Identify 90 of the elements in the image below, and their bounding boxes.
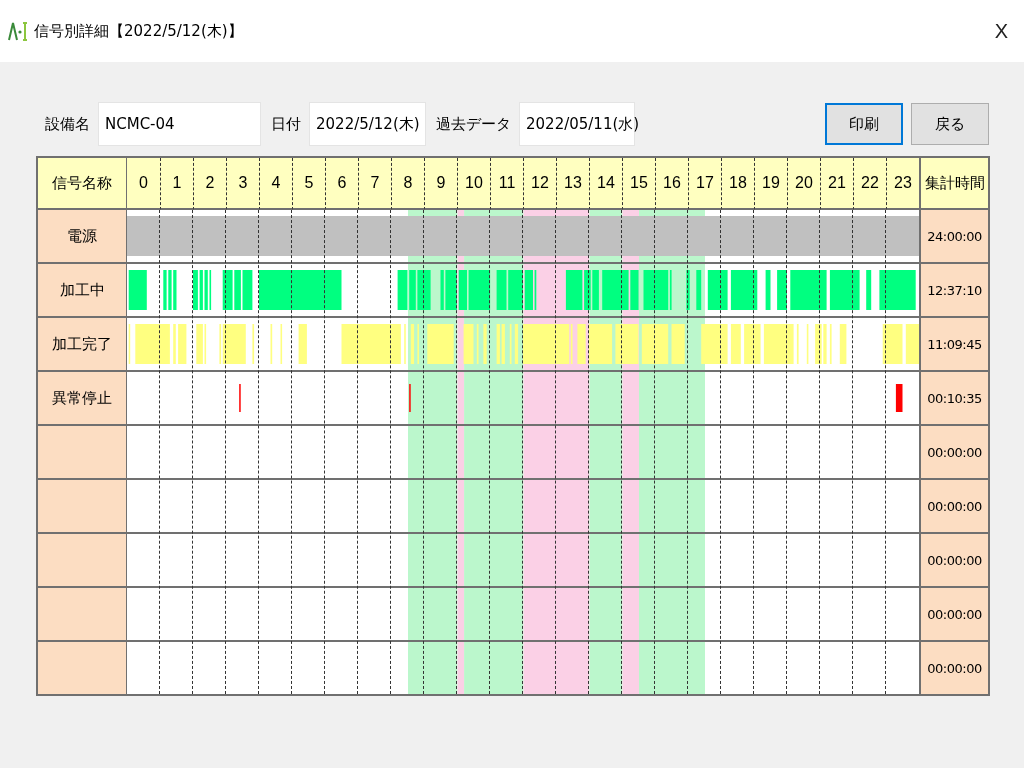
hour-header: 2: [193, 158, 226, 210]
print-button[interactable]: 印刷: [825, 103, 903, 145]
signal-bar: [135, 324, 170, 364]
signal-bar: [777, 270, 787, 310]
hour-header: 13: [556, 158, 589, 210]
hour-header: 5: [292, 158, 325, 210]
hour-header: 22: [853, 158, 886, 210]
hour-header: 14: [589, 158, 622, 210]
signal-bar: [128, 270, 147, 310]
total-time-cell: 11:09:45: [919, 318, 988, 372]
field-label: 過去データ: [436, 114, 511, 134]
hour-header: 20: [787, 158, 820, 210]
window-title: 信号別詳細【2022/5/12(木)】: [34, 21, 244, 41]
signal-bar: [252, 324, 255, 364]
hour-header: 15: [622, 158, 655, 210]
total-time-cell: 00:00:00: [919, 426, 988, 480]
signal-bar: [829, 270, 860, 310]
signal-bar: [763, 324, 794, 364]
signal-bar: [686, 270, 690, 310]
total-time-cell: 00:00:00: [919, 480, 988, 534]
column-header: 集計時間: [919, 158, 988, 210]
signal-bar: [790, 270, 827, 310]
signal-name-cell: 電源: [38, 210, 127, 264]
total-time-cell: 00:10:35: [919, 372, 988, 426]
signal-bar: [866, 270, 872, 310]
hour-header: 12: [523, 158, 556, 210]
signal-bar: [427, 324, 454, 364]
signal-bar: [730, 324, 741, 364]
hour-header: 0: [127, 158, 160, 210]
hour-header: 21: [820, 158, 853, 210]
hour-header: 6: [325, 158, 358, 210]
back-button[interactable]: 戻る: [911, 103, 989, 145]
signal-bar: [730, 270, 758, 310]
signal-bar: [577, 324, 586, 364]
signal-bar: [696, 270, 702, 310]
hour-header: 8: [391, 158, 424, 210]
hour-header: 9: [424, 158, 457, 210]
signal-bar: [879, 270, 916, 310]
input-field[interactable]: 2022/5/12(木): [309, 102, 426, 146]
hour-header: 10: [457, 158, 490, 210]
signal-bar: [514, 324, 519, 364]
hour-header: 18: [721, 158, 754, 210]
signal-bar: [589, 324, 613, 364]
signal-bar: [641, 324, 669, 364]
total-time-cell: 00:00:00: [919, 642, 988, 694]
signal-bar: [410, 324, 415, 364]
signal-bar: [178, 324, 187, 364]
hour-header: 11: [490, 158, 523, 210]
signal-bar: [496, 270, 507, 310]
signal-bar: [829, 324, 832, 364]
column-header: 信号名称: [38, 158, 127, 210]
signal-name-cell: 異常停止: [38, 372, 127, 426]
close-button[interactable]: X: [990, 19, 1012, 43]
total-time-cell: 12:37:10: [919, 264, 988, 318]
signal-bar: [128, 324, 131, 364]
signal-bar: [905, 324, 919, 364]
signal-bar: [796, 324, 799, 364]
signal-name-cell: 加工中: [38, 264, 127, 318]
hour-header: 16: [655, 158, 688, 210]
signal-bar: [483, 324, 487, 364]
hour-header: 19: [754, 158, 787, 210]
signal-bar: [270, 324, 273, 364]
hour-header: 1: [160, 158, 193, 210]
field-label: 設備名: [45, 114, 90, 134]
hour-header: 3: [226, 158, 259, 210]
app-logo-icon: [8, 20, 28, 42]
field-label: 日付: [271, 114, 301, 134]
hour-header: 17: [688, 158, 721, 210]
signal-bar: [615, 324, 639, 364]
signal-bar: [509, 324, 512, 364]
hour-header: 7: [358, 158, 391, 210]
signal-bar: [476, 324, 479, 364]
signal-bar: [463, 324, 474, 364]
signal-bar: [280, 324, 283, 364]
input-field[interactable]: NCMC-04: [98, 102, 261, 146]
signal-name-cell: 加工完了: [38, 318, 127, 372]
signal-bar: [882, 324, 903, 364]
total-time-cell: 00:00:00: [919, 588, 988, 642]
signal-bar: [298, 324, 307, 364]
signal-bar: [173, 324, 176, 364]
signal-bar: [806, 324, 809, 364]
total-time-cell: 00:00:00: [919, 534, 988, 588]
total-time-cell: 24:00:00: [919, 210, 988, 264]
signal-bar: [765, 270, 771, 310]
signal-bar: [839, 324, 847, 364]
hour-header: 4: [259, 158, 292, 210]
signal-bar: [744, 324, 761, 364]
hour-header: 23: [886, 158, 919, 210]
signal-bar: [707, 270, 728, 310]
signal-bar: [701, 324, 728, 364]
